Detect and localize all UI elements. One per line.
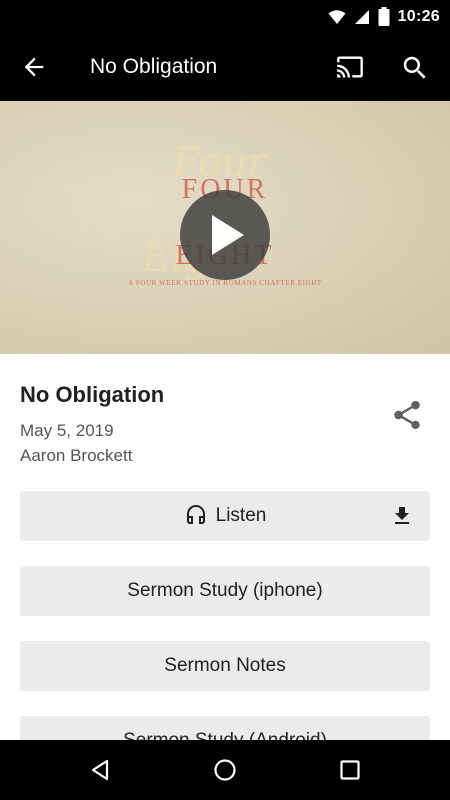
cell-signal-icon	[354, 9, 369, 24]
play-icon	[212, 215, 244, 255]
back-triangle-icon[interactable]	[88, 758, 112, 782]
download-icon[interactable]	[390, 504, 414, 528]
app-bar: No Obligation	[0, 33, 450, 101]
system-nav-bar	[0, 740, 450, 800]
sermon-date: May 5, 2019	[20, 421, 114, 440]
page-title: No Obligation	[90, 55, 218, 78]
video-player[interactable]: Four FOUR Eight EIGHT A FOUR WEEK STUDY …	[0, 101, 450, 354]
listen-button[interactable]: Listen	[20, 491, 430, 541]
listen-label: Listen	[215, 505, 267, 526]
sermon-details: No Obligation May 5, 2019 Aaron Brockett…	[0, 354, 450, 766]
battery-icon	[378, 7, 390, 26]
artwork-subtitle: A FOUR WEEK STUDY IN ROMANS CHAPTER EIGH…	[128, 279, 322, 287]
wifi-icon	[328, 9, 346, 24]
sermon-title: No Obligation	[20, 382, 165, 407]
headphones-icon	[186, 505, 205, 524]
play-button[interactable]	[180, 190, 270, 280]
search-icon[interactable]	[400, 53, 430, 83]
home-circle-icon[interactable]	[213, 758, 237, 782]
sermon-study-iphone-label: Sermon Study (iphone)	[127, 580, 323, 601]
back-arrow-icon[interactable]	[20, 53, 48, 81]
recents-square-icon[interactable]	[338, 758, 362, 782]
sermon-study-iphone-button[interactable]: Sermon Study (iphone)	[20, 566, 430, 616]
sermon-speaker: Aaron Brockett	[20, 446, 133, 465]
status-time: 10:26	[397, 7, 440, 25]
share-icon[interactable]	[390, 398, 424, 432]
status-icons: 10:26	[328, 0, 440, 33]
status-bar: 10:26	[0, 0, 450, 33]
sermon-notes-label: Sermon Notes	[164, 655, 286, 676]
sermon-notes-button[interactable]: Sermon Notes	[20, 641, 430, 691]
cast-icon[interactable]	[334, 53, 366, 81]
